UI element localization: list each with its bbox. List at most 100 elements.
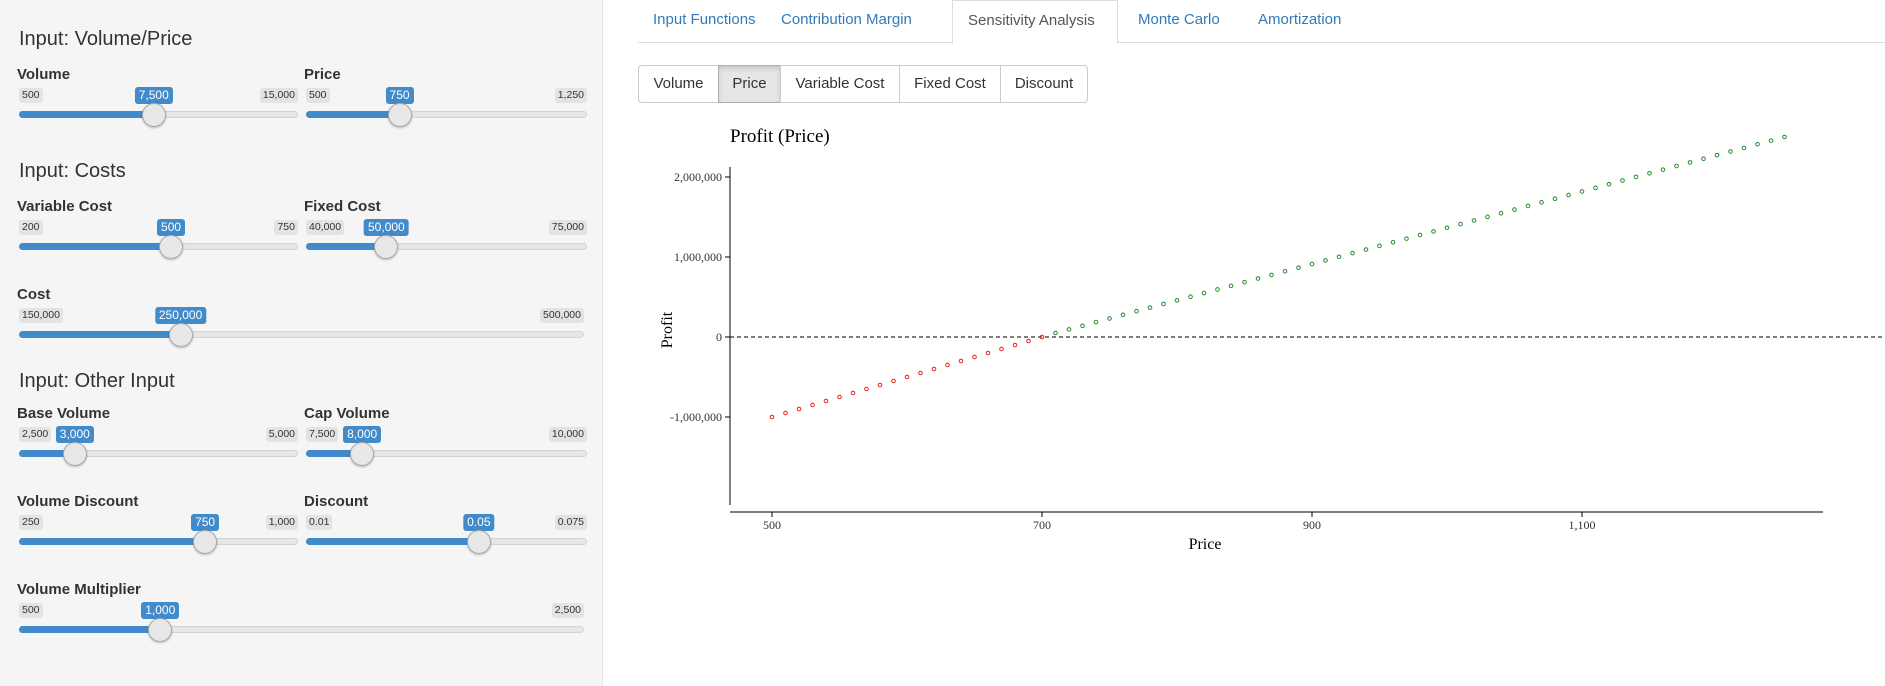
fixed-cost-slider[interactable]: Fixed Cost 40,000 75,000 50,000	[304, 198, 589, 259]
data-point	[1323, 258, 1328, 263]
slider-label: Volume	[17, 66, 71, 83]
cap-volume-slider[interactable]: Cap Volume 7,500 10,000 8,000	[304, 405, 589, 466]
price-slider[interactable]: Price 500 1,250 750	[304, 66, 589, 127]
price-button[interactable]: Price	[718, 65, 781, 103]
slider-max-label: 10,000	[548, 427, 587, 442]
slider-handle[interactable]	[193, 530, 218, 554]
slider-handle[interactable]	[141, 103, 166, 127]
data-point	[1107, 316, 1112, 321]
data-point	[1579, 189, 1585, 194]
discount-button[interactable]: Discount	[1000, 65, 1088, 103]
data-point	[1620, 178, 1625, 183]
tab-monte-carlo[interactable]: Monte Carlo	[1118, 0, 1240, 43]
data-point	[1350, 250, 1355, 256]
x-tick-label: 700	[1033, 518, 1051, 532]
data-point	[1134, 308, 1139, 314]
slider-min-label: 150,000	[19, 308, 63, 323]
data-point	[945, 362, 950, 368]
slider-max-label: 75,000	[548, 220, 587, 235]
data-point	[850, 390, 856, 396]
slider-max-label: 0.075	[554, 515, 587, 530]
sidebar: Input: Volume/Price Input: Costs Input: …	[0, 0, 603, 686]
data-point	[864, 386, 869, 392]
data-point	[1363, 247, 1369, 252]
data-point	[1593, 185, 1598, 191]
slider-min-label: 200	[19, 220, 43, 235]
data-point	[1458, 221, 1463, 227]
slider-handle[interactable]	[148, 618, 173, 642]
data-point	[1647, 170, 1652, 176]
slider-label: Price	[304, 66, 341, 83]
volume-multiplier-slider[interactable]: Volume Multiplier 500 2,500 1,000	[17, 581, 586, 642]
slider-max-label: 500,000	[540, 308, 584, 323]
slider-label: Volume Multiplier	[17, 581, 141, 598]
base-volume-slider[interactable]: Base Volume 2,500 5,000 3,000	[17, 405, 300, 466]
chart-svg: Profit (Price) Price Profit -1,000,000 0 1…	[659, 126, 1885, 553]
data-point	[1674, 163, 1679, 169]
slider-max-label: 2,500	[551, 603, 584, 618]
data-point	[1485, 214, 1490, 220]
slider-min-label: 7,500	[306, 427, 339, 442]
variable-cost-slider[interactable]: Variable Cost 200 750 500	[17, 198, 300, 259]
data-point	[1012, 342, 1018, 348]
slider-label: Cap Volume	[304, 405, 390, 422]
slider-value-label: 250,000	[154, 307, 207, 324]
slider-max-label: 750	[274, 220, 298, 235]
tab-amortization[interactable]: Amortization	[1240, 0, 1370, 43]
data-point	[1687, 160, 1693, 165]
data-point	[1255, 276, 1261, 281]
data-point	[1633, 174, 1639, 180]
y-tick-label: -1,000,000	[670, 410, 722, 424]
slider-handle[interactable]	[62, 442, 87, 466]
slider-handle[interactable]	[350, 442, 375, 466]
tab-contribution-margin[interactable]: Contribution Margin	[766, 0, 938, 43]
discount-slider[interactable]: Discount 0.01 0.075 0.05	[304, 493, 589, 554]
data-point	[1539, 200, 1544, 205]
section-title-other-input: Input: Other Input	[19, 370, 175, 392]
data-point	[1660, 167, 1666, 172]
x-tick-label: 900	[1303, 518, 1321, 532]
data-point	[1512, 207, 1517, 212]
slider-label: Fixed Cost	[304, 198, 381, 215]
volume-discount-slider[interactable]: Volume Discount 250 1,000 750	[17, 493, 300, 554]
slider-handle[interactable]	[159, 235, 184, 259]
slider-fill	[306, 111, 400, 118]
data-point	[783, 410, 788, 416]
volume-button[interactable]: Volume	[638, 65, 719, 103]
slider-handle[interactable]	[387, 103, 412, 127]
data-point	[1552, 196, 1558, 202]
data-point	[1188, 294, 1193, 300]
data-point	[1066, 327, 1072, 332]
data-point	[972, 354, 977, 360]
fixed-cost-button[interactable]: Fixed Cost	[899, 65, 1001, 103]
data-point	[1336, 254, 1342, 260]
slider-handle[interactable]	[374, 235, 399, 259]
data-point	[1728, 149, 1733, 154]
slider-max-label: 15,000	[259, 88, 298, 103]
slider-value-label: 7,500	[134, 87, 173, 104]
data-point	[1093, 319, 1099, 325]
data-point	[1701, 156, 1706, 162]
cost-slider[interactable]: Cost 150,000 500,000 250,000	[17, 286, 586, 347]
x-axis-label: Price	[1189, 536, 1222, 553]
slider-handle[interactable]	[168, 323, 193, 347]
data-point	[1228, 283, 1234, 289]
variable-cost-button[interactable]: Variable Cost	[780, 65, 900, 103]
data-point	[837, 394, 842, 400]
data-point	[1242, 279, 1247, 285]
data-point	[931, 366, 937, 372]
data-point	[1755, 141, 1760, 147]
data-point	[1404, 236, 1409, 241]
y-tick-label: 2,000,000	[674, 170, 722, 184]
data-point	[1147, 305, 1153, 310]
volume-slider[interactable]: Volume 500 15,000 7,500	[17, 66, 300, 127]
data-point	[1606, 181, 1612, 187]
tab-input-functions[interactable]: Input Functions	[638, 0, 766, 43]
y-tick-label: 0	[716, 330, 722, 344]
slider-label: Cost	[17, 286, 51, 303]
slider-handle[interactable]	[466, 530, 491, 554]
tab-sensitivity-analysis[interactable]: Sensitivity Analysis	[952, 0, 1118, 44]
axis-ticks: -1,000,000 0 1,000,000 2,000,000 500 700 900 1,…	[670, 170, 1885, 532]
data-point	[1269, 272, 1274, 278]
data-points	[769, 134, 1787, 420]
